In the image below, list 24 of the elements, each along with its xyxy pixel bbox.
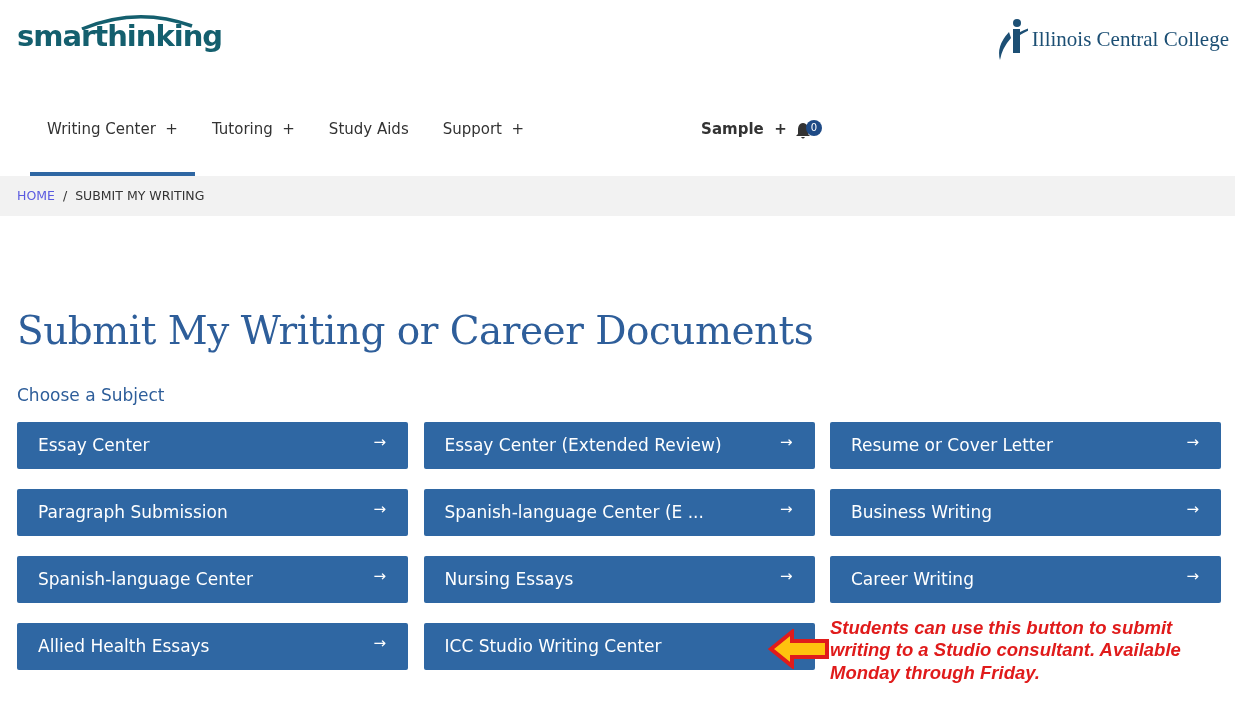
breadcrumb-link[interactable]: HOME xyxy=(17,186,55,206)
nav-tab[interactable]: Support + xyxy=(425,86,542,176)
breadcrumb-separator: / xyxy=(62,186,68,205)
section-label: Choose a Subject xyxy=(17,383,166,407)
subject-button[interactable]: Nursing Essays → xyxy=(423,556,815,604)
logo[interactable]: smarthinking xyxy=(17,14,223,51)
subject-button[interactable]: Spanish-language Center → xyxy=(17,556,408,604)
user-menu[interactable]: Sample + xyxy=(684,86,795,176)
subject-button[interactable]: Paragraph Submission → xyxy=(17,489,408,537)
nav-tab[interactable]: Tutoring + xyxy=(194,86,312,176)
pointer-arrow-icon xyxy=(768,629,830,670)
annotation-note: Students can use this button to submit writing to a Studio consultant. Available Monday through Friday. xyxy=(830,617,1182,684)
breadcrumb-current: SUBMIT MY WRITING xyxy=(75,186,205,205)
subject-button[interactable]: Essay Center → xyxy=(17,422,408,470)
subject-button[interactable]: Resume or Cover Letter → xyxy=(830,422,1221,470)
subject-button[interactable]: Business Writing → xyxy=(830,489,1221,537)
nav-tab[interactable]: Study Aids xyxy=(311,86,426,176)
subject-button[interactable]: ICC Studio Writing Center xyxy=(423,623,815,671)
page-title: Submit My Writing or Career Documents xyxy=(17,308,815,355)
subject-button[interactable]: Career Writing → xyxy=(830,556,1221,604)
subject-button[interactable]: Allied Health Essays → xyxy=(17,623,408,671)
subject-button[interactable]: Spanish-language Center (E ... → xyxy=(423,489,815,537)
subject-button[interactable]: Essay Center (Extended Review) → xyxy=(423,422,815,470)
college-logo[interactable]: Illinois Central College xyxy=(995,18,1229,62)
